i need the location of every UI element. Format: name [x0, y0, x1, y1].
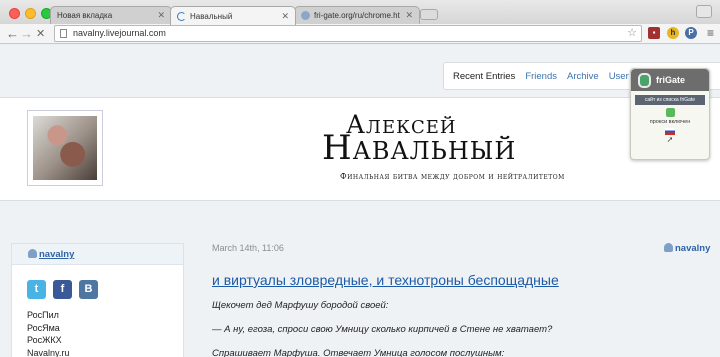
- address-bar[interactable]: navalny.livejournal.com ☆: [54, 25, 642, 42]
- expand-arrow-icon[interactable]: ➚: [631, 135, 709, 144]
- sidebar-link-rosyama[interactable]: РосЯма: [27, 322, 69, 335]
- forward-arrow-icon[interactable]: →: [20, 26, 33, 42]
- userpic-photo: [33, 116, 97, 180]
- tab-frigate[interactable]: fri-gate.org/ru/chrome.ht ✕: [294, 6, 420, 24]
- nav-friends[interactable]: Friends: [525, 71, 557, 82]
- browser-toolbar: ← → ✕ navalny.livejournal.com ☆ ▪ h P ≡: [0, 24, 720, 44]
- new-tab-button[interactable]: [420, 9, 438, 20]
- frigate-logo-icon: [638, 72, 651, 88]
- sidebar-link-roszhkh[interactable]: РосЖКХ: [27, 334, 69, 347]
- frigate-header: friGate: [631, 69, 709, 91]
- tab-new-tab[interactable]: Новая вкладка ✕: [50, 6, 172, 24]
- close-window-button[interactable]: [9, 8, 20, 19]
- sidebar-username[interactable]: navalny: [39, 249, 74, 260]
- header-title-last-name: Навальный: [322, 128, 517, 168]
- tab-close-icon[interactable]: ✕: [157, 10, 165, 21]
- tab-close-icon[interactable]: ✕: [281, 11, 289, 22]
- stop-icon[interactable]: ✕: [36, 26, 45, 42]
- frigate-popup: friGate сайт из списка friGate прокси вк…: [630, 68, 710, 160]
- vkontakte-icon[interactable]: B: [79, 280, 98, 299]
- nav-recent-entries[interactable]: Recent Entries: [453, 71, 515, 82]
- header-tagline: Финальная битва между добром и нейтралит…: [340, 172, 565, 181]
- post-author[interactable]: navalny: [664, 243, 710, 254]
- sidebar-link-navalny-ru[interactable]: Navalny.ru: [27, 347, 69, 357]
- loading-icon: [177, 11, 186, 21]
- facebook-icon[interactable]: f: [53, 280, 72, 299]
- tab-label: Новая вкладка: [57, 11, 113, 20]
- page-favicon-icon: [301, 11, 310, 20]
- post-paragraph: Щекочет дед Марфушу бородой своей:: [212, 300, 389, 311]
- sidebar-header: navalny: [12, 244, 183, 265]
- bookmark-star-icon[interactable]: ☆: [627, 26, 637, 41]
- frigate-list-button[interactable]: сайт из списка friGate: [635, 95, 705, 105]
- minimize-window-button[interactable]: [25, 8, 36, 19]
- russia-flag-icon[interactable]: [665, 128, 675, 135]
- sidebar: navalny t f B РосПил РосЯма РосЖКХ Naval…: [11, 243, 184, 357]
- nav-archive[interactable]: Archive: [567, 71, 599, 82]
- user-icon: [28, 249, 37, 258]
- post-date: March 14th, 11:06: [212, 243, 284, 253]
- profile-button[interactable]: [696, 5, 712, 18]
- extension-p-icon[interactable]: P: [685, 27, 697, 39]
- browser-tab-bar: Новая вкладка ✕ Навальный ✕ fri-gate.org…: [0, 0, 720, 25]
- post-paragraph: Спрашивает Марфуша. Отвечает Умница голо…: [212, 348, 505, 357]
- page-icon: [60, 29, 67, 38]
- back-arrow-icon[interactable]: ←: [6, 26, 19, 42]
- post-paragraph: — А ну, егоза, спроси свою Умницу скольк…: [212, 324, 553, 335]
- sidebar-links: РосПил РосЯма РосЖКХ Navalny.ru: [27, 309, 69, 357]
- tab-navalny[interactable]: Навальный ✕: [170, 6, 296, 25]
- userpic[interactable]: [27, 110, 103, 186]
- frigate-status: прокси включен: [649, 119, 691, 125]
- frigate-name: friGate: [656, 75, 686, 85]
- post-author-name[interactable]: navalny: [675, 243, 710, 254]
- power-icon[interactable]: [665, 108, 675, 117]
- tab-label: fri-gate.org/ru/chrome.ht: [314, 11, 400, 20]
- menu-icon[interactable]: ≡: [707, 26, 714, 40]
- extension-red-icon[interactable]: ▪: [648, 27, 660, 39]
- tab-close-icon[interactable]: ✕: [405, 10, 413, 21]
- extension-h-icon[interactable]: h: [667, 27, 679, 39]
- address-bar-url: navalny.livejournal.com: [73, 28, 166, 38]
- twitter-icon[interactable]: t: [27, 280, 46, 299]
- sidebar-link-rospil[interactable]: РосПил: [27, 309, 69, 322]
- post-title[interactable]: и виртуалы зловредные, и технотроны бесп…: [212, 272, 559, 288]
- user-icon: [664, 243, 673, 252]
- tab-label: Навальный: [190, 11, 233, 21]
